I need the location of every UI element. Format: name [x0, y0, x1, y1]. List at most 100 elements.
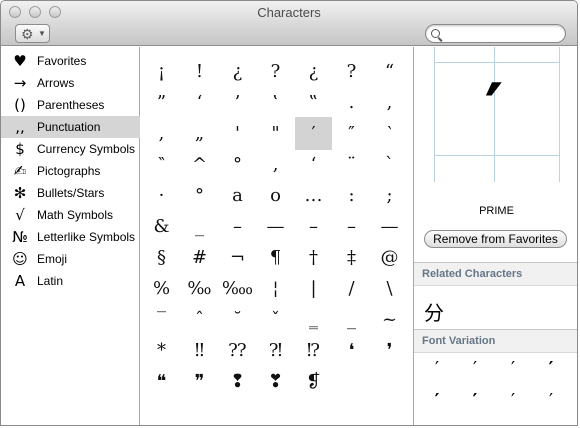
- character-cell[interactable]: ‚: [257, 148, 294, 181]
- character-cell[interactable]: ~: [371, 303, 408, 336]
- font-variation-glyph[interactable]: ′: [540, 359, 562, 379]
- character-cell[interactable]: ‶: [143, 148, 180, 181]
- sidebar-item-currency-symbols[interactable]: $ Currency Symbols: [1, 138, 140, 160]
- font-variation-glyph[interactable]: ′: [426, 359, 448, 379]
- sidebar-item-emoji[interactable]: ☺ Emoji: [1, 248, 140, 270]
- sidebar-item-label: Punctuation: [37, 120, 101, 134]
- character-cell[interactable]: ‛: [257, 86, 294, 119]
- character-cell[interactable]: ❣: [257, 365, 294, 398]
- character-cell[interactable]: ¿: [219, 55, 256, 88]
- character-cell[interactable]: |: [295, 272, 332, 305]
- character-cell[interactable]: `: [371, 148, 408, 181]
- character-cell[interactable]: —: [257, 210, 294, 243]
- character-cell[interactable]: ‵: [371, 117, 408, 150]
- character-cell[interactable]: –: [219, 210, 256, 243]
- character-cell[interactable]: …: [295, 179, 332, 212]
- sidebar-item-bullets-stars[interactable]: ✻ Bullets/Stars: [1, 182, 140, 204]
- character-cell[interactable]: †: [295, 241, 332, 274]
- character-cell[interactable]: ‱: [219, 272, 256, 305]
- character-cell[interactable]: „: [181, 117, 218, 150]
- character-cell[interactable]: ‟: [295, 86, 332, 119]
- font-variation-glyph[interactable]: ′: [502, 391, 524, 411]
- sidebar-item-arrows[interactable]: → Arrows: [1, 72, 140, 94]
- character-cell[interactable]: ?: [333, 55, 370, 88]
- sidebar-item-parentheses[interactable]: () Parentheses: [1, 94, 140, 116]
- action-menu-button[interactable]: ⚙ ▼: [15, 24, 50, 43]
- character-cell[interactable]: ′: [295, 117, 332, 150]
- character-cell[interactable]: ❜: [371, 334, 408, 367]
- font-variation-glyph[interactable]: ′: [464, 359, 486, 379]
- character-cell[interactable]: ˆ: [181, 303, 218, 336]
- sidebar-item-pictographs[interactable]: ✍ Pictographs: [1, 160, 140, 182]
- character-cell[interactable]: ¡: [143, 55, 180, 88]
- font-variation-glyph[interactable]: ′: [464, 391, 486, 411]
- character-cell[interactable]: ": [257, 117, 294, 150]
- character-cell[interactable]: –: [333, 210, 370, 243]
- sidebar-item-punctuation[interactable]: ,, Punctuation: [1, 116, 140, 138]
- character-cell[interactable]: ″: [333, 117, 370, 150]
- character-cell[interactable]: —: [371, 210, 408, 243]
- character-cell[interactable]: *: [143, 334, 180, 367]
- character-cell[interactable]: §: [143, 241, 180, 274]
- character-cell[interactable]: ˘: [219, 303, 256, 336]
- sidebar-item-letterlike-symbols[interactable]: № Letterlike Symbols: [1, 226, 140, 248]
- character-cell[interactable]: o: [257, 179, 294, 212]
- search-input[interactable]: [444, 26, 559, 41]
- character-cell[interactable]: :: [333, 179, 370, 212]
- related-character[interactable]: 分: [424, 297, 444, 326]
- character-cell[interactable]: –: [295, 210, 332, 243]
- character-cell[interactable]: &: [143, 210, 180, 243]
- character-cell[interactable]: ⁇: [219, 334, 256, 367]
- character-cell[interactable]: %: [143, 272, 180, 305]
- character-cell[interactable]: @: [371, 241, 408, 274]
- character-cell[interactable]: !: [181, 55, 218, 88]
- character-cell[interactable]: /: [333, 272, 370, 305]
- character-cell[interactable]: ‼: [181, 334, 218, 367]
- character-cell[interactable]: _: [181, 210, 218, 243]
- character-cell[interactable]: ¶: [257, 241, 294, 274]
- character-cell[interactable]: ⁈: [257, 334, 294, 367]
- search-field[interactable]: [425, 24, 566, 43]
- character-cell[interactable]: ❝: [143, 365, 180, 398]
- character-cell[interactable]: ‾: [143, 303, 180, 336]
- font-variation-glyph[interactable]: ′: [502, 359, 524, 379]
- character-cell[interactable]: ❢: [219, 365, 256, 398]
- sidebar-item-latin[interactable]: A Latin: [1, 270, 140, 292]
- character-cell[interactable]: ?: [257, 55, 294, 88]
- character-cell[interactable]: ¦: [257, 272, 294, 305]
- remove-from-favorites-button[interactable]: Remove from Favorites: [424, 230, 567, 248]
- character-cell[interactable]: ‰: [181, 272, 218, 305]
- character-cell[interactable]: °: [219, 148, 256, 181]
- sidebar-item-math-symbols[interactable]: √ Math Symbols: [1, 204, 140, 226]
- character-cell[interactable]: ,: [371, 86, 408, 119]
- character-cell[interactable]: _: [333, 303, 370, 336]
- character-cell[interactable]: ˇ: [257, 303, 294, 336]
- character-cell[interactable]: .: [333, 86, 370, 119]
- character-cell[interactable]: a: [219, 179, 256, 212]
- character-cell[interactable]: ‘: [181, 86, 218, 119]
- character-cell[interactable]: \: [371, 272, 408, 305]
- character-cell[interactable]: ❛: [333, 334, 370, 367]
- sidebar-item-favorites[interactable]: ♥ Favorites: [1, 50, 140, 72]
- character-cell[interactable]: ‗: [295, 303, 332, 336]
- character-cell[interactable]: ¨: [333, 148, 370, 181]
- character-cell[interactable]: #: [181, 241, 218, 274]
- character-cell[interactable]: ❞: [181, 365, 218, 398]
- character-cell[interactable]: ': [219, 117, 256, 150]
- character-cell[interactable]: ‘: [295, 148, 332, 181]
- character-cell[interactable]: ·: [143, 179, 180, 212]
- character-cell[interactable]: ❡: [295, 365, 332, 398]
- character-cell[interactable]: ,: [143, 117, 180, 150]
- character-cell[interactable]: ^: [181, 148, 218, 181]
- font-variation-glyph[interactable]: ′: [426, 391, 448, 411]
- character-cell[interactable]: ‡: [333, 241, 370, 274]
- character-cell[interactable]: ”: [143, 86, 180, 119]
- character-cell[interactable]: “: [371, 55, 408, 88]
- character-cell[interactable]: ’: [219, 86, 256, 119]
- character-cell[interactable]: ¿: [295, 55, 332, 88]
- character-cell[interactable]: ¬: [219, 241, 256, 274]
- character-cell[interactable]: ⁉: [295, 334, 332, 367]
- font-variation-glyph[interactable]: ′: [540, 391, 562, 411]
- character-cell[interactable]: °: [181, 179, 218, 212]
- character-cell[interactable]: ;: [371, 179, 408, 212]
